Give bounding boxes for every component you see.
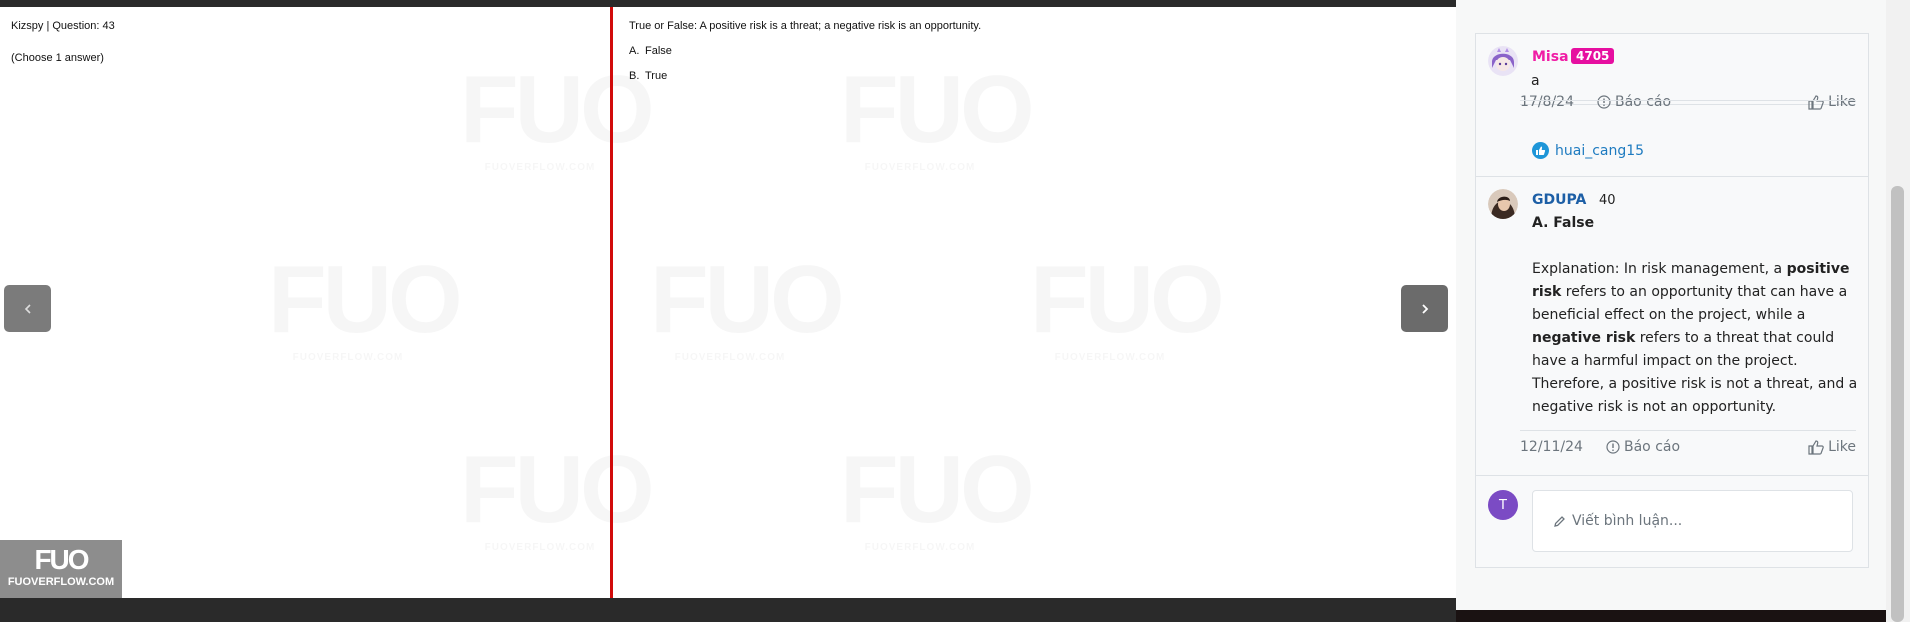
anime-avatar-icon xyxy=(1488,46,1518,76)
page-footer-strip xyxy=(1456,610,1886,622)
answer-option-a[interactable]: A. False xyxy=(629,45,981,57)
comment-placeholder: Viết bình luận... xyxy=(1572,513,1683,529)
scrollbar-thumb[interactable] xyxy=(1891,186,1904,622)
watermark: FUOFUOVERFLOW.COM xyxy=(1030,252,1190,363)
viewer-bottom-bar xyxy=(0,598,1456,622)
watermark: FUOFUOVERFLOW.COM xyxy=(460,442,620,553)
divider xyxy=(1476,475,1868,476)
divider xyxy=(1520,430,1856,431)
next-question-button[interactable] xyxy=(1401,285,1448,332)
answer-option-b[interactable]: B. True xyxy=(629,70,981,82)
viewer-top-bar xyxy=(0,0,1456,7)
comment-meta: 17/8/24 Báo cáo Like xyxy=(1520,94,1856,114)
pencil-icon xyxy=(1554,515,1565,527)
comment-input[interactable]: Viết bình luận... xyxy=(1532,490,1853,552)
comment-meta: 12/11/24 Báo cáo Like xyxy=(1520,439,1856,459)
comment-text: a xyxy=(1531,73,1540,89)
watermark: FUOFUOVERFLOW.COM xyxy=(650,252,810,363)
watermark: FUOFUOVERFLOW.COM xyxy=(268,252,428,363)
alert-circle-icon xyxy=(1606,440,1620,454)
comment-author[interactable]: Misa xyxy=(1532,49,1569,65)
like-button[interactable]: Like xyxy=(1808,439,1856,455)
divider xyxy=(1520,100,1856,101)
choose-hint: (Choose 1 answer) xyxy=(11,52,104,64)
profile-photo-icon xyxy=(1488,189,1518,219)
user-score: 40 xyxy=(1599,193,1616,208)
question-body: True or False: A positive risk is a thre… xyxy=(629,20,981,82)
comment-date: 12/11/24 xyxy=(1520,439,1583,455)
liked-by[interactable]: huai_cang15 xyxy=(1532,142,1644,159)
thumbs-up-icon xyxy=(1808,94,1824,110)
alert-circle-icon xyxy=(1597,95,1611,109)
comment-author[interactable]: GDUPA xyxy=(1532,192,1586,208)
question-divider xyxy=(610,7,613,598)
comment-answer: A. False xyxy=(1532,215,1595,231)
avatar[interactable] xyxy=(1488,46,1518,76)
page-scrollbar[interactable] xyxy=(1886,0,1910,622)
question-source: Kizspy | Question: 43 xyxy=(11,20,115,32)
avatar[interactable] xyxy=(1488,189,1518,219)
watermark: FUOFUOVERFLOW.COM xyxy=(460,62,620,173)
score-badge: 4705 xyxy=(1571,48,1615,64)
divider xyxy=(1476,176,1868,177)
question-viewer: FUOFUOVERFLOW.COM FUOFUOVERFLOW.COM FUOF… xyxy=(0,7,1455,598)
like-button[interactable]: Like xyxy=(1808,94,1856,110)
thumbs-up-icon xyxy=(1808,439,1824,455)
comments-panel: Misa 4705 a 17/8/24 Báo cáo Like huai_ca… xyxy=(1475,33,1869,568)
report-button[interactable]: Báo cáo xyxy=(1606,439,1680,455)
current-user-avatar[interactable]: T xyxy=(1488,490,1518,520)
liker-name[interactable]: huai_cang15 xyxy=(1555,143,1644,159)
comment-explanation: Explanation: In risk management, a posit… xyxy=(1532,261,1858,415)
fuoverflow-logo: FUO FUOVERFLOW.COM xyxy=(0,540,122,598)
chevron-right-icon xyxy=(1421,303,1428,314)
question-text: True or False: A positive risk is a thre… xyxy=(629,20,982,32)
previous-question-button[interactable] xyxy=(4,285,51,332)
comment-date: 17/8/24 xyxy=(1520,94,1574,110)
question-meta: Kizspy | Question: 43 (Choose 1 answer) xyxy=(11,20,115,64)
report-button[interactable]: Báo cáo xyxy=(1597,94,1671,110)
thumbs-up-filled-icon xyxy=(1532,142,1549,159)
watermark: FUOFUOVERFLOW.COM xyxy=(840,442,1000,553)
chevron-left-icon xyxy=(24,303,31,314)
